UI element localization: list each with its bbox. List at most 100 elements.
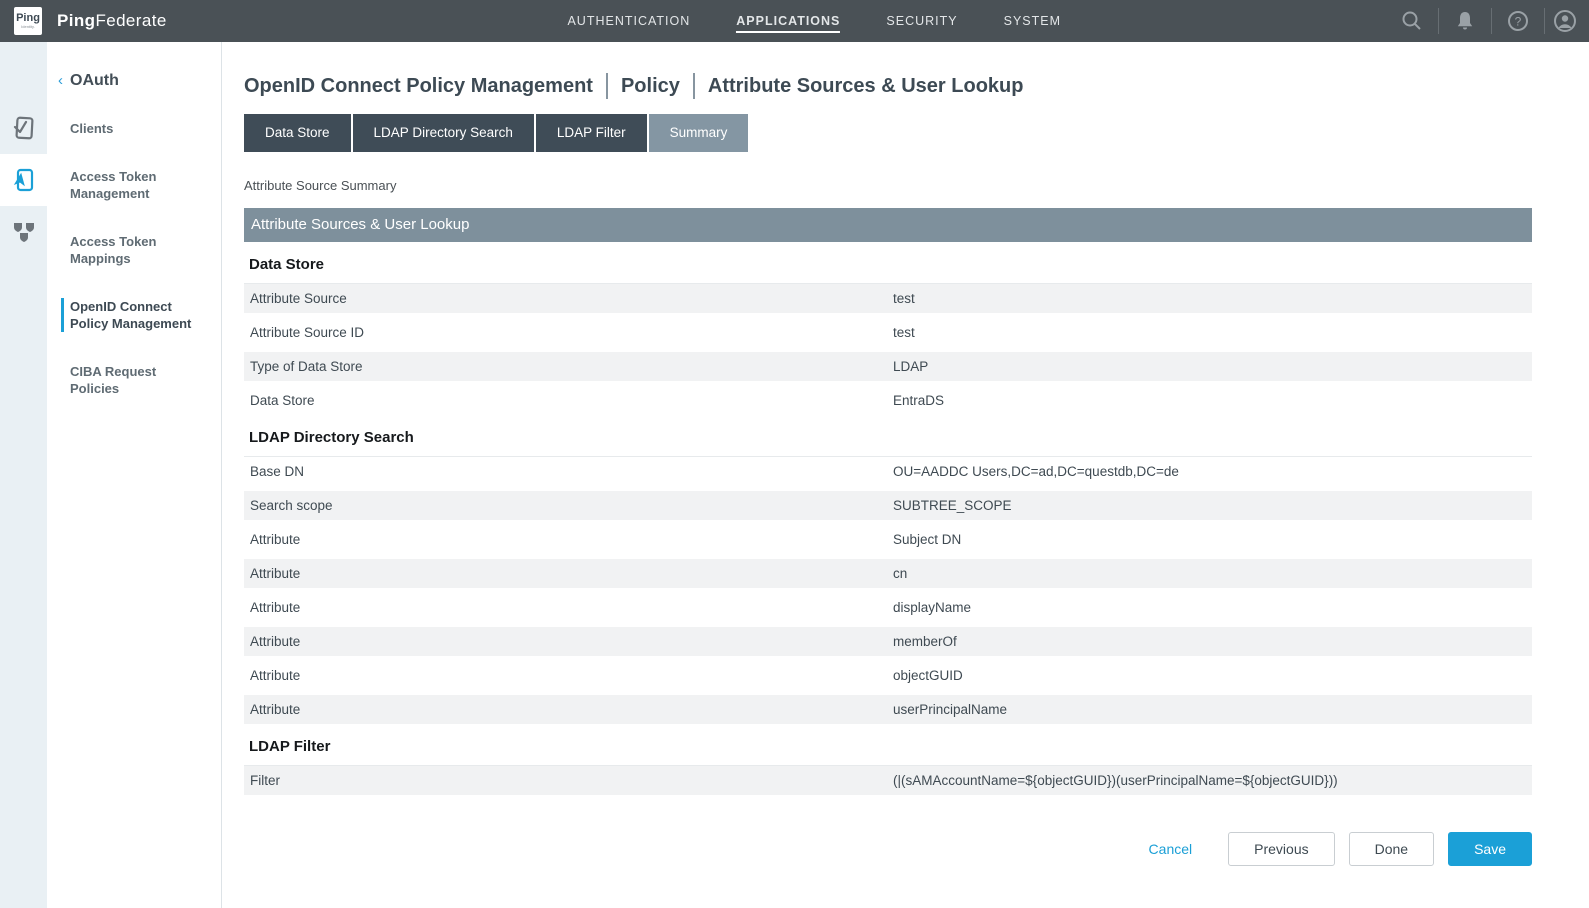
sidebar-item-access-token-management[interactable]: Access Token Management	[47, 168, 221, 202]
help-icon[interactable]: ?	[1492, 0, 1544, 42]
sidebar-back-oauth[interactable]: ‹ OAuth	[47, 72, 221, 90]
summary-row: Attribute Source IDtest	[244, 318, 1532, 347]
row-label: Attribute	[244, 668, 893, 683]
search-icon[interactable]	[1386, 0, 1438, 42]
sidebar-item-access-token-mappings[interactable]: Access Token Mappings	[47, 233, 221, 267]
row-label: Type of Data Store	[244, 359, 893, 374]
row-label: Data Store	[244, 393, 893, 408]
row-value: objectGUID	[893, 668, 1532, 683]
summary-section: LDAP Filter Filter(|(sAMAccountName=${obj…	[244, 738, 1532, 795]
summary-row: AttributedisplayName	[244, 593, 1532, 622]
summary-row: Type of Data StoreLDAP	[244, 352, 1532, 381]
content: OpenID Connect Policy Management Policy At…	[222, 42, 1589, 908]
notifications-icon[interactable]	[1439, 0, 1491, 42]
page-subtitle: Attribute Source Summary	[244, 178, 1589, 193]
summary-row: Attributecn	[244, 559, 1532, 588]
breadcrumb-segment: Attribute Sources & User Lookup	[708, 75, 1024, 98]
row-label: Base DN	[244, 464, 893, 479]
breadcrumb-segment: Policy	[621, 75, 680, 98]
done-button[interactable]: Done	[1349, 832, 1434, 866]
main-layout: ‹ OAuth Clients Access Token Management Acc…	[0, 42, 1589, 908]
sidebar-nav: Clients Access Token Management Access Tok…	[47, 120, 221, 397]
section-rows: Base DNOU=AADDC Users,DC=ad,DC=questdb,D…	[244, 456, 1532, 724]
topbar-icon-group: ?	[1386, 0, 1589, 42]
summary-table-header: Attribute Sources & User Lookup	[244, 208, 1532, 242]
tab-ldap-directory-search[interactable]: LDAP Directory Search	[353, 114, 534, 152]
sidebar-item-ciba-request-policies[interactable]: CIBA Request Policies	[47, 363, 221, 397]
summary-row: Search scopeSUBTREE_SCOPE	[244, 491, 1532, 520]
summary-row: Filter(|(sAMAccountName=${objectGUID})(u…	[244, 766, 1532, 795]
section-rows: Attribute SourcetestAttribute Source IDt…	[244, 283, 1532, 415]
module-oauth-icon[interactable]	[0, 154, 47, 206]
top-nav: AUTHENTICATION APPLICATIONS SECURITY SYSTEM	[567, 0, 1061, 42]
row-label: Attribute Source	[244, 291, 893, 306]
breadcrumb-segment: OpenID Connect Policy Management	[244, 75, 593, 98]
breadcrumb-separator	[693, 73, 695, 99]
row-label: Attribute	[244, 566, 893, 581]
sidebar-back-label: OAuth	[70, 72, 119, 89]
row-label: Attribute	[244, 634, 893, 649]
row-value: test	[893, 291, 1532, 306]
row-label: Filter	[244, 773, 893, 788]
summary-row: AttributememberOf	[244, 627, 1532, 656]
tab-summary[interactable]: Summary	[649, 114, 749, 152]
user-icon[interactable]	[1545, 0, 1589, 42]
sidebar-item-openid-connect-policy-management[interactable]: OpenID Connect Policy Management	[61, 298, 221, 332]
summary-section: Data StoreAttribute SourcetestAttribute …	[244, 256, 1532, 415]
summary-row: AttributeuserPrincipalName	[244, 695, 1532, 724]
summary-row: Base DNOU=AADDC Users,DC=ad,DC=questdb,D…	[244, 457, 1532, 486]
save-button[interactable]: Save	[1448, 832, 1532, 866]
section-title: LDAP Filter	[249, 738, 1532, 755]
top-nav-applications[interactable]: APPLICATIONS	[736, 9, 840, 33]
row-value: Subject DN	[893, 532, 1532, 547]
previous-button[interactable]: Previous	[1228, 832, 1334, 866]
row-value: displayName	[893, 600, 1532, 615]
row-value: cn	[893, 566, 1532, 581]
sidebar: ‹ OAuth Clients Access Token Management Acc…	[47, 42, 222, 908]
summary-section: LDAP Directory Search Base DNOU=AADDC Use…	[244, 429, 1532, 724]
module-icon-strip	[0, 42, 47, 908]
module-clients-icon[interactable]	[0, 102, 47, 154]
app-title: PingFederate	[57, 11, 167, 31]
action-bar: Cancel Previous Done Save	[244, 832, 1532, 866]
sidebar-item-clients[interactable]: Clients	[47, 120, 221, 137]
row-label: Attribute	[244, 702, 893, 717]
summary-row: Data StoreEntraDS	[244, 386, 1532, 415]
cancel-button[interactable]: Cancel	[1149, 841, 1193, 857]
row-label: Search scope	[244, 498, 893, 513]
row-value: OU=AADDC Users,DC=ad,DC=questdb,DC=de	[893, 464, 1532, 479]
row-value: LDAP	[893, 359, 1532, 374]
logo-text: Ping	[16, 13, 40, 24]
wizard-tabs: Data StoreLDAP Directory SearchLDAP Filt…	[244, 114, 1589, 152]
summary-table: Attribute Sources & User Lookup Data Sto…	[244, 208, 1532, 795]
top-nav-security[interactable]: SECURITY	[886, 9, 957, 33]
row-value: test	[893, 325, 1532, 340]
tab-data-store[interactable]: Data Store	[244, 114, 351, 152]
row-label: Attribute	[244, 600, 893, 615]
ping-identity-logo[interactable]: Ping Identity.	[14, 7, 42, 35]
module-policies-icon[interactable]	[0, 206, 47, 258]
row-value: SUBTREE_SCOPE	[893, 498, 1532, 513]
row-label: Attribute	[244, 532, 893, 547]
tab-ldap-filter[interactable]: LDAP Filter	[536, 114, 647, 152]
summary-row: Attribute Sourcetest	[244, 284, 1532, 313]
section-title: Data Store	[249, 256, 1532, 273]
row-value: (|(sAMAccountName=${objectGUID})(userPri…	[893, 773, 1532, 788]
top-nav-authentication[interactable]: AUTHENTICATION	[567, 9, 690, 33]
chevron-left-icon: ‹	[58, 72, 63, 89]
page-title: OpenID Connect Policy Management Policy At…	[244, 73, 1589, 99]
topbar: Ping Identity. PingFederate AUTHENTICATI…	[0, 0, 1589, 42]
logo-subtext: Identity.	[21, 24, 35, 29]
section-title: LDAP Directory Search	[249, 429, 1532, 446]
row-value: EntraDS	[893, 393, 1532, 408]
row-value: memberOf	[893, 634, 1532, 649]
section-rows: Filter(|(sAMAccountName=${objectGUID})(u…	[244, 765, 1532, 795]
row-label: Attribute Source ID	[244, 325, 893, 340]
summary-row: AttributeobjectGUID	[244, 661, 1532, 690]
summary-row: AttributeSubject DN	[244, 525, 1532, 554]
top-nav-system[interactable]: SYSTEM	[1004, 9, 1061, 33]
breadcrumb-separator	[606, 73, 608, 99]
summary-sections: Data StoreAttribute SourcetestAttribute …	[244, 256, 1532, 795]
svg-text:?: ?	[1515, 15, 1522, 29]
row-value: userPrincipalName	[893, 702, 1532, 717]
